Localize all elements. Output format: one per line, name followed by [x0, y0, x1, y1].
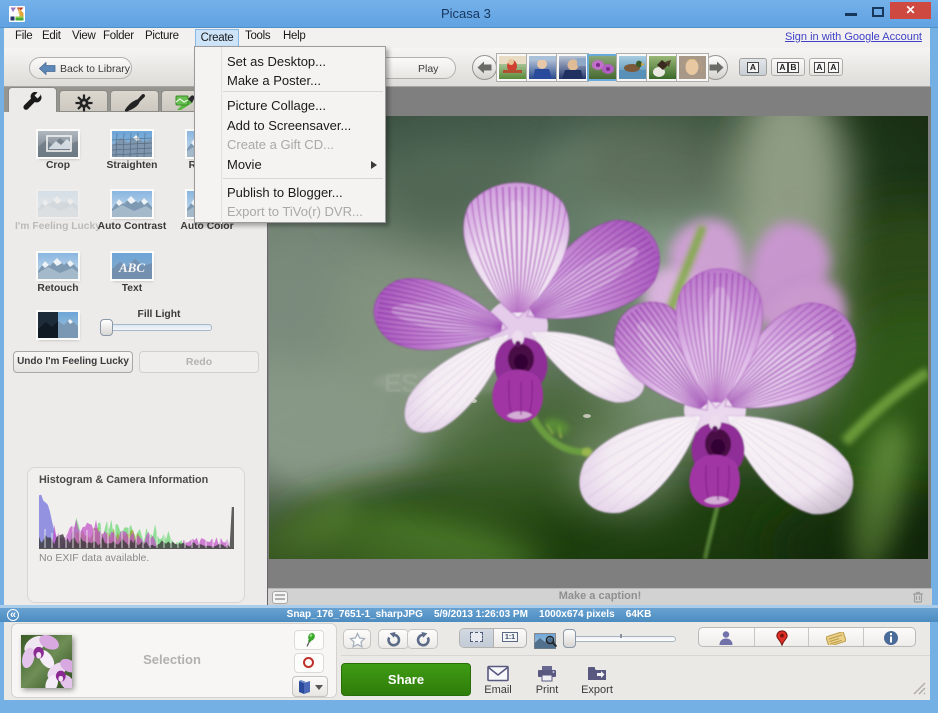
- svg-text:ABC: ABC: [118, 260, 145, 275]
